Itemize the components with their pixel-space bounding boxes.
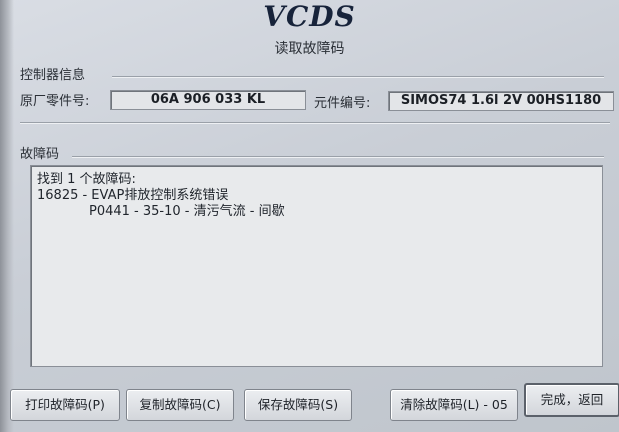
copy-codes-button[interactable]: 复制故障码(C) [126, 389, 234, 421]
done-return-button[interactable]: 完成，返回 [524, 383, 619, 417]
fault-detail-line: P0441 - 35-10 - 清污气流 - 间歇 [89, 204, 285, 219]
section-divider [20, 122, 610, 123]
vcds-window: VCDS 读取故障码 控制器信息 原厂零件号: 06A 906 033 KL 元… [0, 0, 619, 432]
screen-bezel [0, 0, 14, 432]
print-codes-button[interactable]: 打印故障码(P) [10, 389, 120, 421]
clear-codes-button[interactable]: 清除故障码(L) - 05 [390, 389, 518, 421]
component-value: SIMOS74 1.6l 2V 00HS1180 [388, 91, 614, 111]
fault-codes-group-label: 故障码 [20, 147, 60, 162]
controller-info-group-label: 控制器信息 [20, 68, 86, 83]
part-number-value: 06A 906 033 KL [110, 90, 306, 110]
controller-info-divider [112, 76, 604, 77]
save-codes-button[interactable]: 保存故障码(S) [244, 389, 352, 421]
part-number-label: 原厂零件号: [20, 94, 90, 109]
fault-codes-divider [72, 156, 604, 157]
fault-codes-list[interactable]: 找到 1 个故障码: 16825 - EVAP排放控制系统错误 P0441 - … [30, 165, 603, 367]
app-title: VCDS [263, 0, 356, 33]
screen-title: 读取故障码 [274, 41, 345, 57]
component-label: 元件编号: [314, 96, 371, 111]
